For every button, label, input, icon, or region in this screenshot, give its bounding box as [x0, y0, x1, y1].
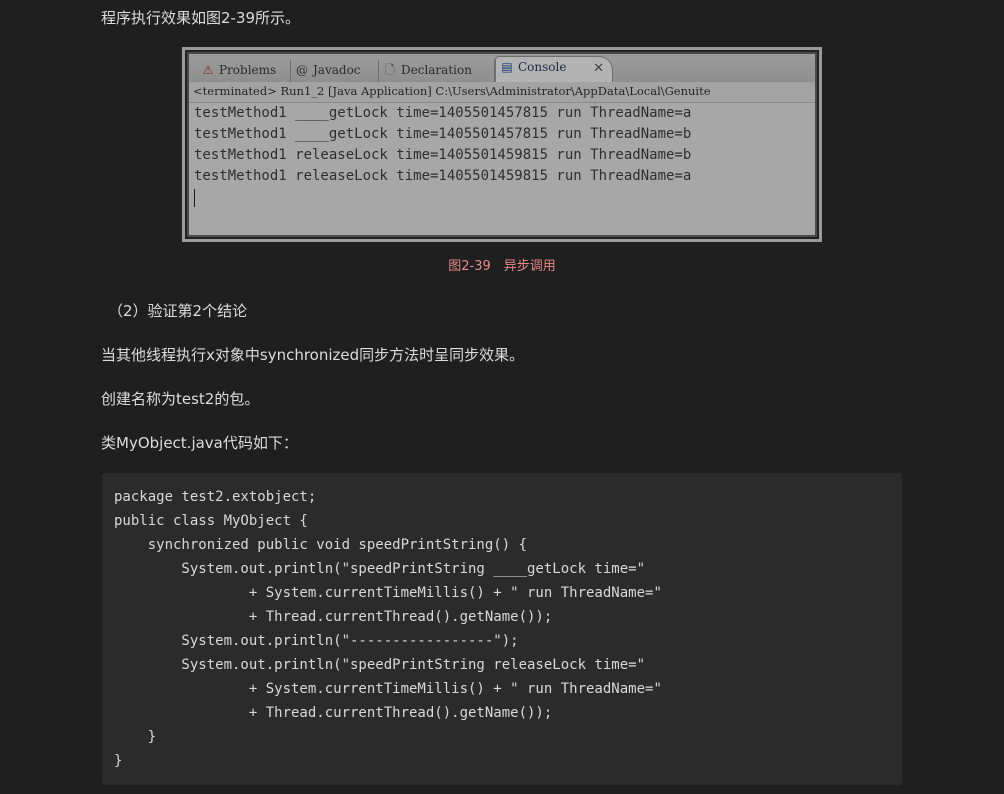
close-icon[interactable]: ✕ — [593, 59, 604, 79]
code-block[interactable]: package test2.extobject; public class My… — [102, 473, 902, 785]
terminated-status-line: <terminated> Run1_2 [Java Application] C… — [189, 82, 815, 103]
code-line: + System.currentTimeMillis() + " run Thr… — [114, 681, 662, 697]
tab-console-label: Console — [518, 60, 567, 74]
article-page: 程序执行效果如图2-39所示。 ⚠ Problems @ Javadoc 🗋 D… — [0, 0, 1004, 794]
code-line: System.out.println("-----------------"); — [114, 633, 519, 649]
code-line: package test2.extobject; — [114, 489, 317, 505]
console-line: testMethod1 ____getLock time=14055014578… — [194, 105, 692, 121]
code-line: System.out.println("speedPrintString ___… — [114, 561, 646, 577]
text-caret — [194, 189, 195, 207]
code-line: public class MyObject { — [114, 513, 308, 529]
tab-problems-label: Problems — [219, 63, 277, 77]
paragraph-class-intro: 类MyObject.java代码如下： — [101, 434, 298, 452]
javadoc-icon: @ — [296, 63, 308, 77]
view-tab-bar: ⚠ Problems @ Javadoc 🗋 Declaration ▤ Con… — [189, 54, 815, 83]
console-icon: ▤ — [501, 60, 513, 74]
code-line: + Thread.currentThread().getName()); — [114, 609, 553, 625]
tab-javadoc-label: Javadoc — [313, 63, 361, 77]
tab-console[interactable]: ▤ Console ✕ — [495, 56, 613, 83]
tab-problems[interactable]: ⚠ Problems — [197, 60, 291, 82]
console-line: testMethod1 releaseLock time=14055014598… — [194, 147, 692, 163]
code-line: + Thread.currentThread().getName()); — [114, 705, 553, 721]
code-line: + System.currentTimeMillis() + " run Thr… — [114, 585, 662, 601]
console-line: testMethod1 releaseLock time=14055014598… — [194, 168, 692, 184]
figure-caption: 图2-39 异步调用 — [448, 259, 556, 274]
intro-paragraph: 程序执行效果如图2-39所示。 — [101, 9, 301, 27]
paragraph-sync-effect: 当其他线程执行x对象中synchronized同步方法时呈同步效果。 — [101, 346, 525, 364]
eclipse-console-view: ⚠ Problems @ Javadoc 🗋 Declaration ▤ Con… — [187, 52, 817, 237]
section-heading: （2）验证第2个结论 — [108, 302, 248, 320]
code-line: } — [114, 729, 157, 745]
code-line: synchronized public void speedPrintStrin… — [114, 537, 528, 553]
problems-icon: ⚠ — [202, 63, 214, 77]
console-output[interactable]: testMethod1 ____getLock time=14055014578… — [189, 103, 815, 235]
tab-declaration-label: Declaration — [401, 63, 472, 77]
code-line: System.out.println("speedPrintString rel… — [114, 657, 646, 673]
console-line: testMethod1 ____getLock time=14055014578… — [194, 126, 692, 142]
tab-declaration[interactable]: 🗋 Declaration — [379, 60, 495, 82]
tab-javadoc[interactable]: @ Javadoc — [291, 60, 379, 82]
console-screenshot-figure: ⚠ Problems @ Javadoc 🗋 Declaration ▤ Con… — [182, 47, 822, 242]
paragraph-create-package: 创建名称为test2的包。 — [101, 390, 260, 408]
code-line: } — [114, 753, 123, 769]
declaration-icon: 🗋 — [385, 63, 395, 77]
